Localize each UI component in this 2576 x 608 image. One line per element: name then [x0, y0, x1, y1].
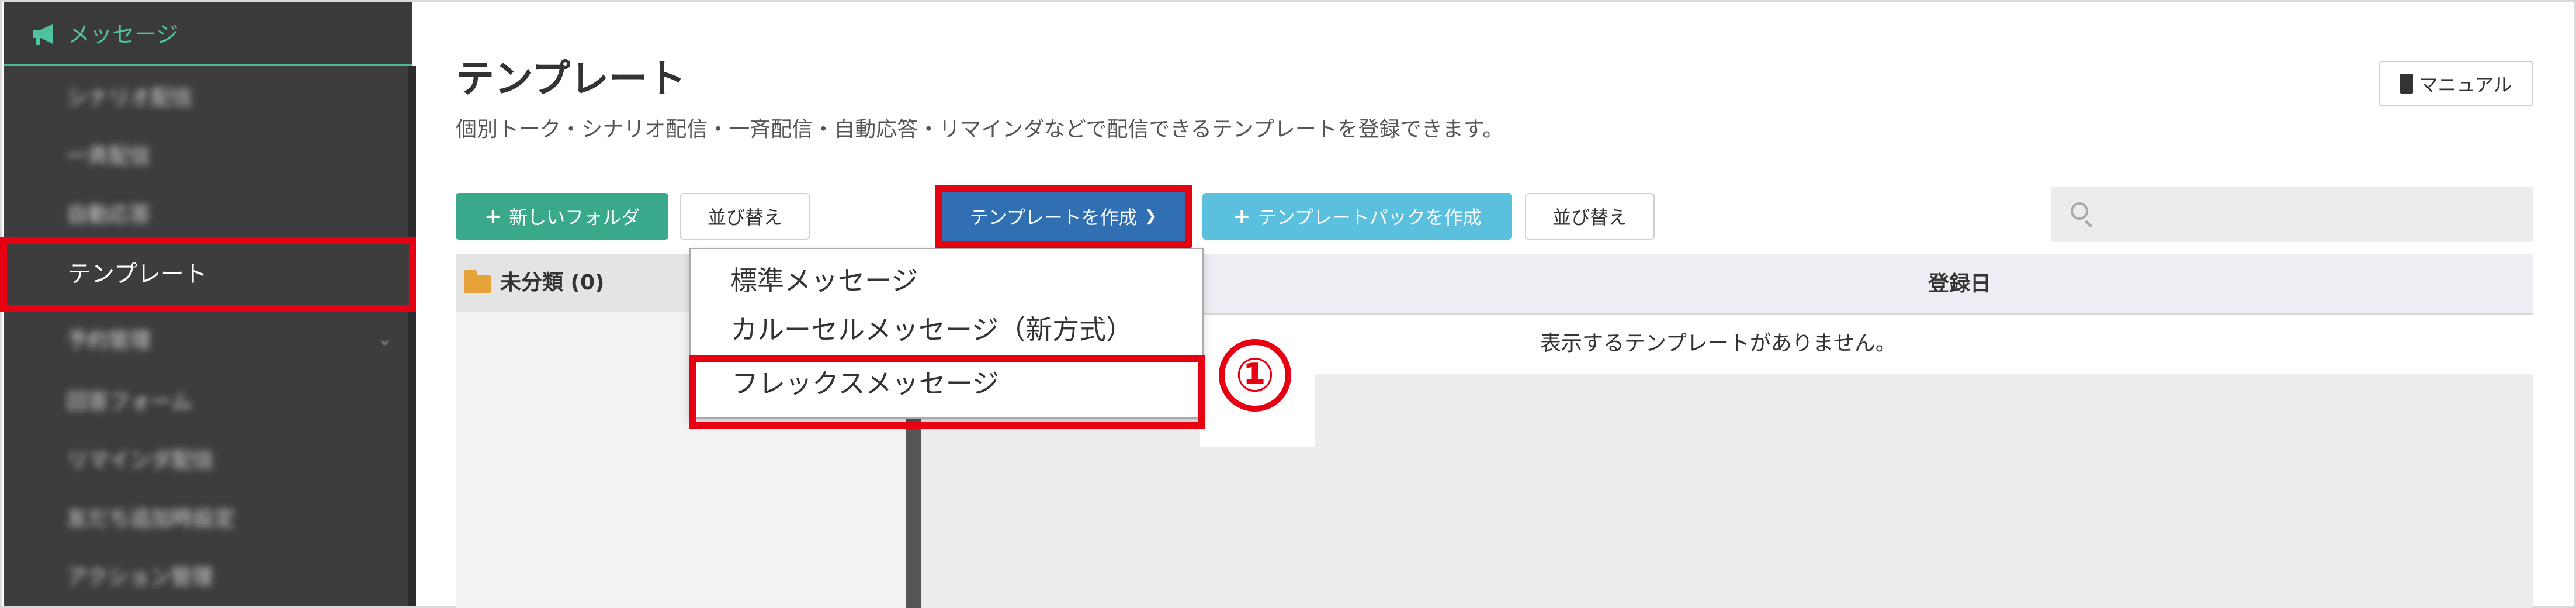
manual-label: マニュアル [2419, 74, 2512, 96]
sidebar-header-label: メッセージ [68, 22, 179, 47]
sidebar-item-template[interactable]: テンプレート [0, 237, 416, 312]
sidebar-item-label: リマインダ配信 [67, 448, 214, 472]
menu-item-flex-message[interactable]: フレックスメッセージ [731, 365, 999, 402]
sidebar-item-auto-reply[interactable]: 自動応答 [67, 195, 382, 236]
menu-item-carousel-message[interactable]: カルーセルメッセージ（新方式） [730, 311, 1133, 348]
create-pack-label: テンプレートパックを作成 [1257, 206, 1482, 229]
sidebar-item-label: 自動応答 [67, 203, 151, 227]
sidebar-scrollbar[interactable] [408, 66, 416, 606]
plus-icon: + [1233, 204, 1251, 229]
plus-icon: + [484, 204, 502, 229]
sort-label: 並び替え [707, 206, 782, 229]
folder-label: 未分類 (0) [500, 271, 605, 295]
page-title: テンプレート [456, 56, 687, 101]
chevron-down-icon: ⌄ [377, 329, 393, 350]
megaphone-icon [33, 24, 53, 45]
sidebar-item-broadcast[interactable]: 一斉配信 [67, 136, 382, 177]
book-icon [2400, 74, 2414, 94]
column-header-registered-date[interactable]: 登録日 [1928, 267, 1991, 302]
sidebar-item-reminder[interactable]: リマインダ配信 [67, 440, 382, 481]
empty-message: 表示するテンプレートがありません。 [1540, 331, 1897, 355]
create-template-label: テンプレートを作成 [969, 206, 1138, 229]
chevron-down-icon: ❯ [1144, 208, 1157, 225]
sort-label: 並び替え [1552, 206, 1627, 229]
new-folder-button[interactable]: + 新しいフォルダ [456, 193, 668, 240]
sidebar-item-scenario[interactable]: シナリオ配信 [67, 78, 382, 119]
sidebar-item-reservation[interactable]: 予約管理 [67, 320, 382, 361]
sidebar-item-answer-form[interactable]: 回答フォーム [67, 382, 382, 423]
sidebar-item-label: 友だち追加時設定 [67, 507, 235, 531]
sidebar-item-label: アクション管理 [67, 565, 213, 589]
sidebar-item-label: 予約管理 [67, 329, 151, 353]
search-input[interactable] [2051, 187, 2533, 242]
sidebar-item-friend-add[interactable]: 友だち追加時設定 [67, 499, 382, 540]
menu-item-standard-message[interactable]: 標準メッセージ [730, 262, 918, 299]
sidebar-item-action[interactable]: アクション管理 [67, 557, 382, 598]
template-sort-button[interactable]: 並び替え [1525, 193, 1655, 240]
manual-button[interactable]: マニュアル [2379, 61, 2533, 106]
sidebar-item-label: 回答フォーム [67, 390, 192, 414]
folder-open-icon [464, 270, 491, 293]
folder-sort-button[interactable]: 並び替え [680, 193, 810, 240]
sidebar-item-label: 一斉配信 [67, 144, 151, 168]
new-folder-label: 新しいフォルダ [509, 206, 640, 229]
sidebar-item-label: テンプレート [68, 261, 207, 288]
create-template-pack-button[interactable]: + テンプレートパックを作成 [1202, 193, 1512, 240]
sidebar-header-messages[interactable]: メッセージ [4, 2, 412, 66]
step-marker: ① [1219, 339, 1291, 412]
search-icon [2071, 202, 2088, 220]
sidebar-item-label: シナリオ配信 [67, 86, 193, 110]
create-template-button[interactable]: テンプレートを作成 ❯ [935, 185, 1192, 248]
page-description: 個別トーク・シナリオ配信・一斉配信・自動応答・リマインダなどで配信できるテンプレ… [456, 118, 1504, 141]
